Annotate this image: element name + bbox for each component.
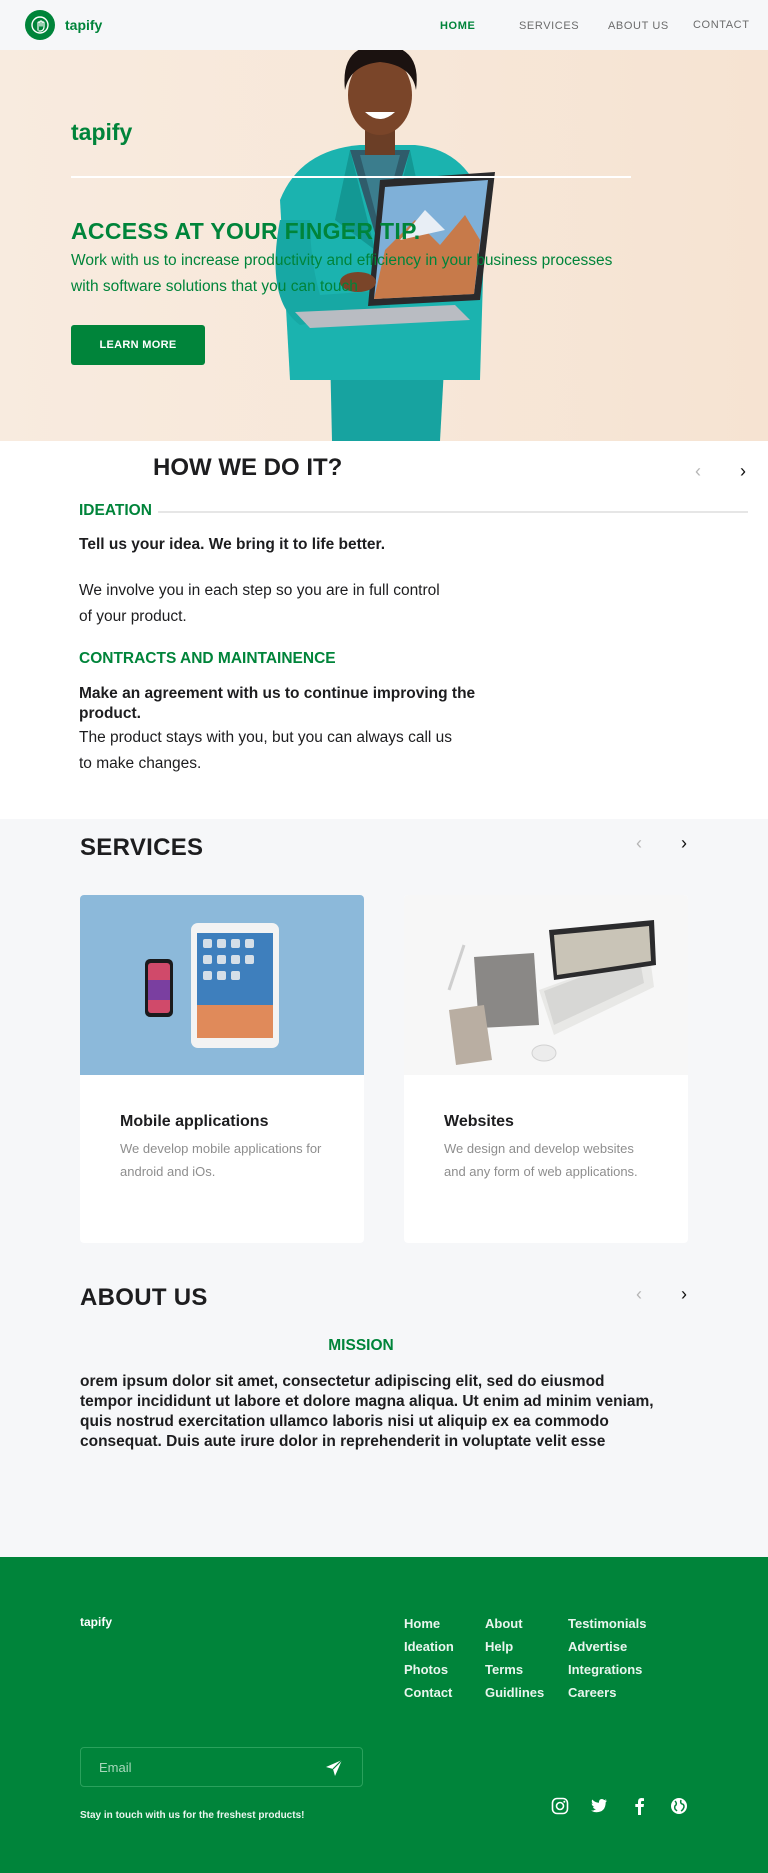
about-title: ABOUT US: [80, 1284, 208, 1311]
mobile-devices-image: [80, 895, 364, 1075]
nav-home[interactable]: HOME: [440, 20, 475, 32]
logo[interactable]: tapify: [25, 10, 102, 40]
ideation-heading: IDEATION: [79, 502, 152, 519]
email-subscribe-box: [80, 1747, 363, 1787]
contracts-bold-line1: Make an agreement with us to continue im…: [79, 685, 476, 702]
ideation-text-line1: We involve you in each step so you are i…: [79, 582, 440, 599]
footer-link-careers[interactable]: Careers: [568, 1681, 647, 1704]
contracts-heading: CONTRACTS AND MAINTAINENCE: [79, 650, 336, 667]
nav-about-us[interactable]: ABOUT US: [608, 20, 669, 32]
mission-label: MISSION: [328, 1337, 394, 1354]
service-card-desc: We develop mobile applications for andro…: [120, 1141, 322, 1179]
hero-brand: tapify: [71, 119, 133, 145]
footer-link-about[interactable]: About: [485, 1612, 544, 1635]
globe-icon[interactable]: [668, 1795, 690, 1817]
services-section: SERVICES ‹ › Mobile applications We deve…: [0, 819, 768, 1257]
how-title: HOW WE DO IT?: [153, 454, 343, 481]
how-next-arrow-icon[interactable]: ›: [733, 461, 753, 481]
hero-divider: [71, 176, 631, 178]
footer-link-photos[interactable]: Photos: [404, 1658, 454, 1681]
about-text: orem ipsum dolor sit amet, consectetur a…: [80, 1373, 654, 1450]
footer-link-ideation[interactable]: Ideation: [404, 1635, 454, 1658]
ideation-text-line2: of your product.: [79, 608, 187, 625]
hero-title: ACCESS AT YOUR FINGER TIP.: [71, 218, 421, 244]
send-icon[interactable]: [324, 1758, 344, 1778]
footer-link-terms[interactable]: Terms: [485, 1658, 544, 1681]
about-prev-arrow-icon[interactable]: ‹: [629, 1284, 649, 1304]
footer-link-guidlines[interactable]: Guidlines: [485, 1681, 544, 1704]
hand-logo-icon: [25, 10, 55, 40]
learn-more-button[interactable]: LEARN MORE: [71, 325, 205, 365]
laptop-desk-image: [404, 895, 688, 1075]
footer-link-advertise[interactable]: Advertise: [568, 1635, 647, 1658]
contracts-bold-line2: product.: [79, 705, 141, 722]
footer-link-home[interactable]: Home: [404, 1612, 454, 1635]
footer-link-integrations[interactable]: Integrations: [568, 1658, 647, 1681]
contracts-text-line1: The product stays with you, but you can …: [79, 729, 453, 746]
instagram-icon[interactable]: [549, 1795, 571, 1817]
hero-subtitle: Work with us to increase productivity an…: [71, 252, 613, 295]
section-divider: [158, 511, 748, 513]
footer-col-2: About Help Terms Guidlines: [485, 1612, 544, 1704]
footer-link-testimonials[interactable]: Testimonials: [568, 1612, 647, 1635]
hero-banner: tapify ACCESS AT YOUR FINGER TIP. Work w…: [0, 50, 768, 441]
nav-contact[interactable]: CONTACT: [693, 19, 750, 31]
service-card-websites[interactable]: Websites We design and develop websites …: [404, 895, 688, 1243]
footer-link-contact[interactable]: Contact: [404, 1681, 454, 1704]
services-title: SERVICES: [80, 834, 204, 861]
twitter-icon[interactable]: [588, 1795, 610, 1817]
how-prev-arrow-icon[interactable]: ‹: [688, 461, 708, 481]
footer-brand: tapify: [80, 1615, 113, 1629]
about-next-arrow-icon[interactable]: ›: [674, 1284, 694, 1304]
service-card-title: Websites: [444, 1113, 514, 1130]
footer-tagline: Stay in touch with us for the freshest p…: [80, 1810, 305, 1821]
nav-services[interactable]: SERVICES: [519, 20, 579, 32]
footer-col-1: Home Ideation Photos Contact: [404, 1612, 454, 1704]
services-prev-arrow-icon[interactable]: ‹: [629, 833, 649, 853]
ideation-bold-text: Tell us your idea. We bring it to life b…: [79, 536, 386, 553]
hero-woman-laptop-image: [275, 50, 495, 441]
top-nav: tapify HOME SERVICES ABOUT US CONTACT: [0, 0, 768, 50]
logo-text: tapify: [65, 17, 103, 33]
footer-col-3: Testimonials Advertise Integrations Care…: [568, 1612, 647, 1704]
footer-link-help[interactable]: Help: [485, 1635, 544, 1658]
facebook-icon[interactable]: [628, 1795, 650, 1817]
service-card-desc: We design and develop websites and any f…: [444, 1141, 638, 1179]
footer: tapify Home Ideation Photos Contact Abou…: [0, 1557, 768, 1873]
contracts-text-line2: to make changes.: [79, 755, 202, 772]
how-we-do-it-section: HOW WE DO IT? ‹ › IDEATION Tell us your …: [0, 441, 768, 819]
service-card-mobile[interactable]: Mobile applications We develop mobile ap…: [80, 895, 364, 1243]
about-section: ABOUT US ‹ › MISSION orem ipsum dolor si…: [0, 1257, 768, 1557]
services-next-arrow-icon[interactable]: ›: [674, 833, 694, 853]
service-card-title: Mobile applications: [120, 1113, 269, 1130]
email-input[interactable]: [99, 1757, 299, 1777]
